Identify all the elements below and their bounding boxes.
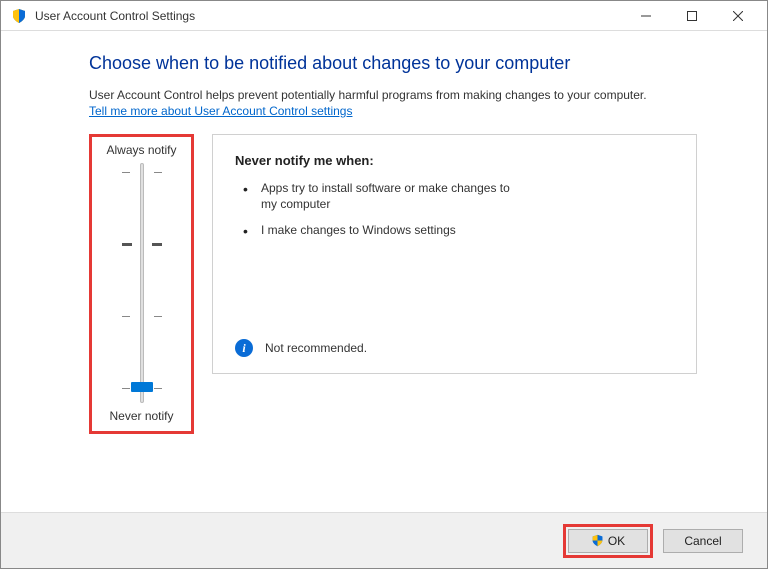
titlebar: User Account Control Settings [1,1,767,31]
ok-button-label: OK [608,534,625,548]
notification-slider-group: Always notify Never notify [89,134,194,434]
shield-icon [11,8,27,24]
notification-slider[interactable] [100,163,183,403]
cancel-button[interactable]: Cancel [663,529,743,553]
panel-bullets: Apps try to install software or make cha… [243,180,678,239]
shield-icon [591,534,604,547]
minimize-button[interactable] [623,1,669,31]
recommendation-row: i Not recommended. [235,339,367,357]
uac-settings-window: User Account Control Settings Choose whe… [0,0,768,569]
slider-track [140,163,144,403]
window-title: User Account Control Settings [35,9,195,23]
panel-heading: Never notify me when: [235,153,678,168]
panel-bullet: Apps try to install software or make cha… [243,180,523,212]
footer: OK Cancel [1,512,767,568]
slider-thumb[interactable] [131,382,153,392]
main-row: Always notify Never notify Never notify … [89,134,697,434]
maximize-button[interactable] [669,1,715,31]
recommendation-text: Not recommended. [265,341,367,355]
info-icon: i [235,339,253,357]
slider-bottom-label: Never notify [100,409,183,423]
cancel-button-label: Cancel [684,534,721,548]
slider-top-label: Always notify [100,143,183,157]
ok-button[interactable]: OK [568,529,648,553]
content-area: Choose when to be notified about changes… [1,31,767,512]
level-info-panel: Never notify me when: Apps try to instal… [212,134,697,374]
panel-bullet: I make changes to Windows settings [243,222,523,238]
learn-more-link[interactable]: Tell me more about User Account Control … [89,104,697,118]
ok-highlight: OK [563,524,653,558]
page-description: User Account Control helps prevent poten… [89,88,697,102]
close-button[interactable] [715,1,761,31]
page-heading: Choose when to be notified about changes… [89,53,697,74]
